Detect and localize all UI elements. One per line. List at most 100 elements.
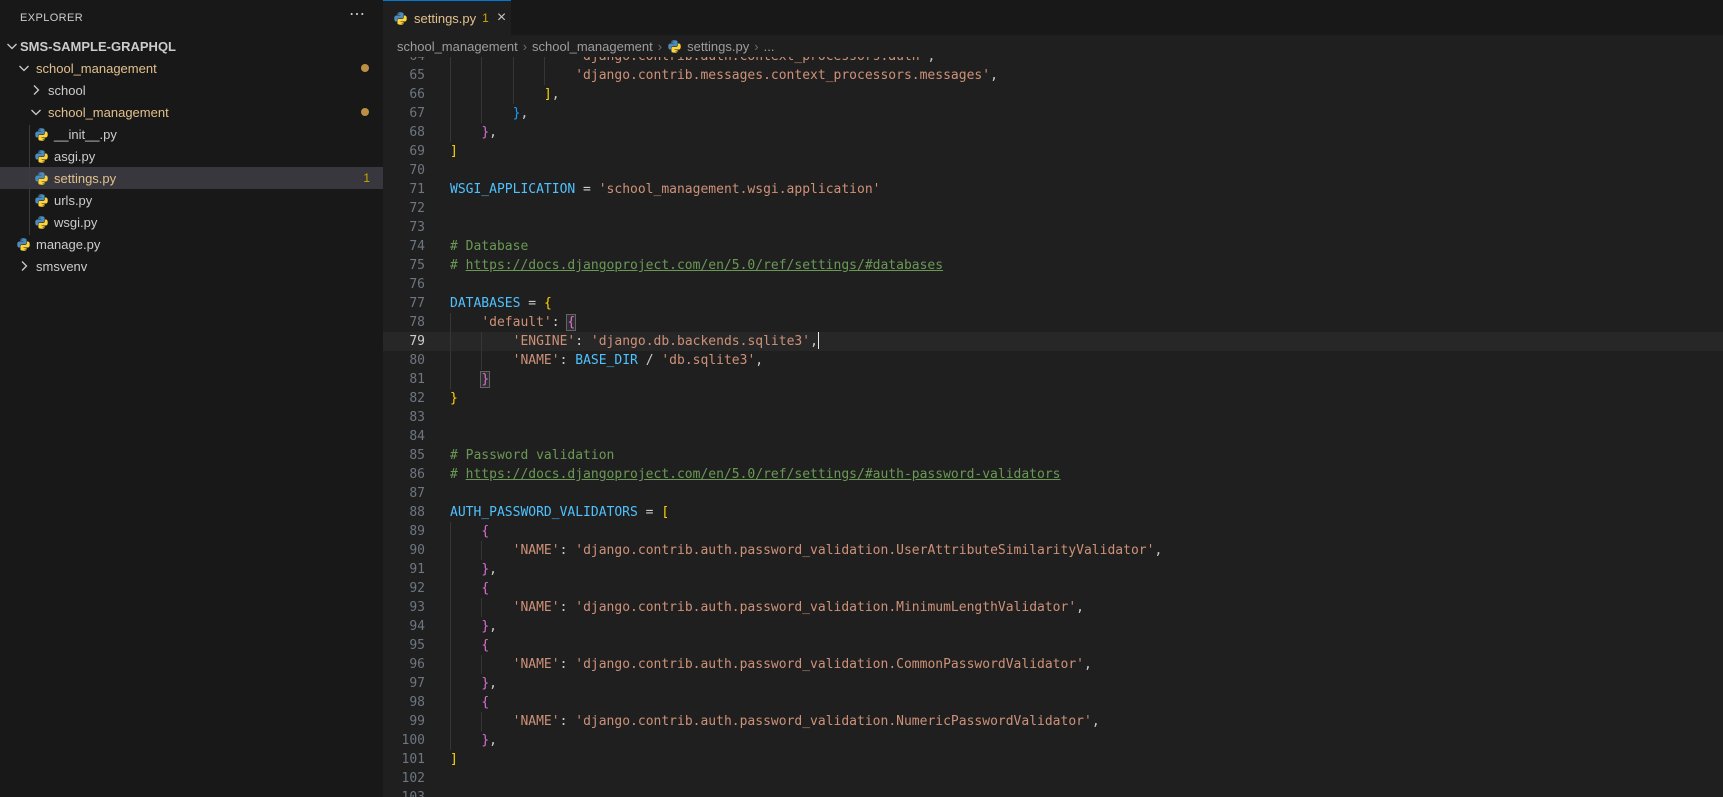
line-number[interactable]: 68	[383, 123, 450, 142]
code-editor[interactable]: 64 'django.contrib.auth.context_processo…	[383, 57, 1723, 797]
code-line-95[interactable]: 95 {	[383, 636, 1723, 655]
chevron-right-icon[interactable]	[28, 82, 44, 98]
code-line-99[interactable]: 99 'NAME': 'django.contrib.auth.password…	[383, 712, 1723, 731]
code-line-73[interactable]: 73	[383, 218, 1723, 237]
line-number[interactable]: 69	[383, 142, 450, 161]
code-line-98[interactable]: 98 {	[383, 693, 1723, 712]
code-line-65[interactable]: 65 'django.contrib.messages.context_proc…	[383, 66, 1723, 85]
line-number[interactable]: 101	[383, 750, 450, 769]
line-number[interactable]: 84	[383, 427, 450, 446]
tree-item-urls-py[interactable]: urls.py	[0, 189, 383, 211]
tree-item-manage-py[interactable]: manage.py	[0, 233, 383, 255]
code-line-68[interactable]: 68 },	[383, 123, 1723, 142]
line-number[interactable]: 65	[383, 66, 450, 85]
line-number[interactable]: 78	[383, 313, 450, 332]
code-line-79[interactable]: 79 'ENGINE': 'django.db.backends.sqlite3…	[383, 332, 1723, 351]
tree-item-smsvenv[interactable]: smsvenv	[0, 255, 383, 277]
code-line-100[interactable]: 100 },	[383, 731, 1723, 750]
code-line-72[interactable]: 72	[383, 199, 1723, 218]
code-line-84[interactable]: 84	[383, 427, 1723, 446]
code-line-93[interactable]: 93 'NAME': 'django.contrib.auth.password…	[383, 598, 1723, 617]
line-number[interactable]: 99	[383, 712, 450, 731]
chevron-right-icon[interactable]	[16, 258, 32, 274]
code-line-75[interactable]: 75 # https://docs.djangoproject.com/en/5.…	[383, 256, 1723, 275]
line-number[interactable]: 79	[383, 332, 450, 351]
tree-item-wsgi-py[interactable]: wsgi.py	[0, 211, 383, 233]
code-line-76[interactable]: 76	[383, 275, 1723, 294]
line-number[interactable]: 88	[383, 503, 450, 522]
line-number[interactable]: 81	[383, 370, 450, 389]
tab-settings-py[interactable]: settings.py 1 ×	[383, 0, 511, 35]
tree-root-sms-sample-graphql[interactable]: SMS-SAMPLE-GRAPHQL	[0, 35, 383, 57]
code-line-64[interactable]: 64 'django.contrib.auth.context_processo…	[383, 57, 1723, 66]
line-number[interactable]: 71	[383, 180, 450, 199]
line-number[interactable]: 89	[383, 522, 450, 541]
code-line-77[interactable]: 77 DATABASES = {	[383, 294, 1723, 313]
close-icon[interactable]: ×	[497, 10, 506, 26]
code-line-85[interactable]: 85 # Password validation	[383, 446, 1723, 465]
code-line-90[interactable]: 90 'NAME': 'django.contrib.auth.password…	[383, 541, 1723, 560]
tree-item-asgi-py[interactable]: asgi.py	[0, 145, 383, 167]
code-line-74[interactable]: 74 # Database	[383, 237, 1723, 256]
line-number[interactable]: 83	[383, 408, 450, 427]
code-line-102[interactable]: 102	[383, 769, 1723, 788]
line-number[interactable]: 66	[383, 85, 450, 104]
code-line-80[interactable]: 80 'NAME': BASE_DIR / 'db.sqlite3',	[383, 351, 1723, 370]
breadcrumb-item-symbol[interactable]: ...	[764, 39, 775, 54]
line-number[interactable]: 82	[383, 389, 450, 408]
line-number[interactable]: 92	[383, 579, 450, 598]
code-line-86[interactable]: 86 # https://docs.djangoproject.com/en/5.…	[383, 465, 1723, 484]
code-line-96[interactable]: 96 'NAME': 'django.contrib.auth.password…	[383, 655, 1723, 674]
line-number[interactable]: 85	[383, 446, 450, 465]
line-number[interactable]: 72	[383, 199, 450, 218]
breadcrumb-item-folder[interactable]: school_management	[397, 39, 518, 54]
tree-item-school-management[interactable]: school_management	[0, 101, 383, 123]
code-line-78[interactable]: 78 'default': {	[383, 313, 1723, 332]
code-line-70[interactable]: 70	[383, 161, 1723, 180]
code-line-81[interactable]: 81 }	[383, 370, 1723, 389]
tree-item-school-management[interactable]: school_management	[0, 57, 383, 79]
chevron-down-icon[interactable]	[16, 60, 32, 76]
line-number[interactable]: 86	[383, 465, 450, 484]
code-line-103[interactable]: 103	[383, 788, 1723, 797]
line-number[interactable]: 77	[383, 294, 450, 313]
line-number[interactable]: 100	[383, 731, 450, 750]
line-number[interactable]: 74	[383, 237, 450, 256]
line-number[interactable]: 102	[383, 769, 450, 788]
tree-item-settings-py[interactable]: settings.py 1	[0, 167, 383, 189]
line-number[interactable]: 76	[383, 275, 450, 294]
chevron-down-icon[interactable]	[4, 38, 20, 54]
line-number[interactable]: 90	[383, 541, 450, 560]
breadcrumb-item-file[interactable]: settings.py	[687, 39, 749, 54]
comment-link[interactable]: https://docs.djangoproject.com/en/5.0/re…	[466, 258, 943, 273]
line-number[interactable]: 80	[383, 351, 450, 370]
chevron-down-icon[interactable]	[28, 104, 44, 120]
more-actions-icon[interactable]: ⋯	[349, 4, 365, 24]
line-number[interactable]: 94	[383, 617, 450, 636]
line-number[interactable]: 64	[383, 57, 450, 66]
line-number[interactable]: 75	[383, 256, 450, 275]
code-line-82[interactable]: 82}	[383, 389, 1723, 408]
code-line-91[interactable]: 91 },	[383, 560, 1723, 579]
code-line-67[interactable]: 67 },	[383, 104, 1723, 123]
line-number[interactable]: 95	[383, 636, 450, 655]
line-number[interactable]: 93	[383, 598, 450, 617]
code-line-89[interactable]: 89 {	[383, 522, 1723, 541]
code-line-83[interactable]: 83	[383, 408, 1723, 427]
code-line-97[interactable]: 97 },	[383, 674, 1723, 693]
line-number[interactable]: 73	[383, 218, 450, 237]
tree-item-school[interactable]: school	[0, 79, 383, 101]
line-number[interactable]: 67	[383, 104, 450, 123]
line-number[interactable]: 96	[383, 655, 450, 674]
line-number[interactable]: 91	[383, 560, 450, 579]
line-number[interactable]: 97	[383, 674, 450, 693]
line-number[interactable]: 70	[383, 161, 450, 180]
code-line-71[interactable]: 71 WSGI_APPLICATION = 'school_management.…	[383, 180, 1723, 199]
code-line-66[interactable]: 66 ],	[383, 85, 1723, 104]
tree-item--init-py[interactable]: __init__.py	[0, 123, 383, 145]
comment-link[interactable]: https://docs.djangoproject.com/en/5.0/re…	[466, 467, 1061, 482]
code-line-101[interactable]: 101]	[383, 750, 1723, 769]
line-number[interactable]: 98	[383, 693, 450, 712]
code-line-69[interactable]: 69]	[383, 142, 1723, 161]
code-line-92[interactable]: 92 {	[383, 579, 1723, 598]
